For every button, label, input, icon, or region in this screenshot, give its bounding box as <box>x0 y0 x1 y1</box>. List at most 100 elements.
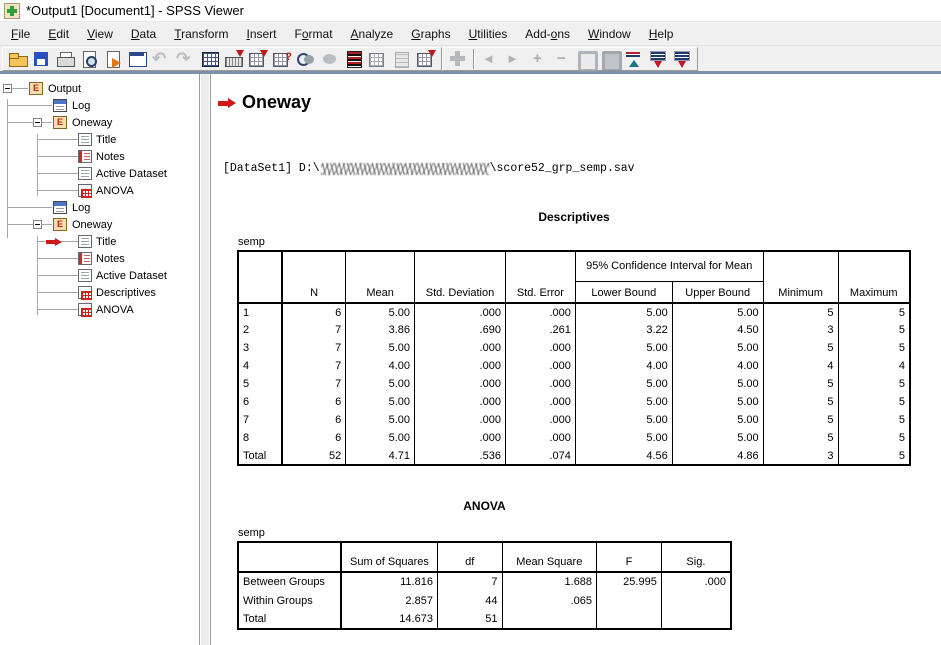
cell: .000 <box>505 429 575 447</box>
column-header: Std. Error <box>505 281 575 303</box>
dataset-path-suffix: \score52_grp_semp.sav <box>490 162 635 175</box>
tree-item-title[interactable]: Title <box>0 131 199 148</box>
menu-view[interactable]: View <box>78 24 122 44</box>
menu-insert[interactable]: Insert <box>237 24 285 44</box>
tree-item-oneway[interactable]: Oneway <box>0 114 199 131</box>
dialog-recall-icon[interactable] <box>126 48 150 70</box>
use-variable-sets-icon[interactable] <box>342 48 366 70</box>
cell: 25.995 <box>597 572 662 591</box>
cell: 5.00 <box>346 411 415 429</box>
tree-item-log[interactable]: Log <box>0 97 199 114</box>
print-preview-icon[interactable] <box>78 48 102 70</box>
expand-item-icon[interactable] <box>526 48 550 70</box>
collapse-box-icon[interactable] <box>3 84 12 93</box>
current-item-arrow-icon <box>218 98 236 108</box>
column-header <box>505 251 575 281</box>
tree-item-notes[interactable]: Notes <box>0 250 199 267</box>
insert-item-icon[interactable] <box>446 48 470 70</box>
open-file-icon[interactable] <box>6 48 30 70</box>
export-output-icon[interactable] <box>102 48 126 70</box>
show-all-icon[interactable] <box>366 48 390 70</box>
menu-analyze[interactable]: Analyze <box>342 24 403 44</box>
menu-transform[interactable]: Transform <box>165 24 237 44</box>
menu-edit[interactable]: Edit <box>39 24 78 44</box>
promote-item-icon[interactable] <box>646 48 670 70</box>
column-header <box>238 542 341 572</box>
menu-bar: FileEditViewDataTransformInsertFormatAna… <box>0 22 941 46</box>
cell: 4.56 <box>575 447 672 465</box>
tree-item-label: Active Dataset <box>96 166 167 183</box>
anova-table[interactable]: Sum of SquaresdfMean SquareFSig.Between … <box>237 541 732 630</box>
tree-item-title[interactable]: Title <box>0 233 199 250</box>
tree-item-descriptives[interactable]: Descriptives <box>0 284 199 301</box>
cell: 7 <box>282 339 346 357</box>
table-row: 865.00.000.0005.005.0055 <box>238 429 910 447</box>
variables-icon[interactable] <box>270 48 294 70</box>
row-label: 2 <box>238 321 282 339</box>
menu-utilities[interactable]: Utilities <box>460 24 517 44</box>
demote-item-icon[interactable] <box>670 48 694 70</box>
insert-title-icon[interactable] <box>390 48 414 70</box>
next-item-icon[interactable] <box>502 48 526 70</box>
goto-data-icon[interactable] <box>198 48 222 70</box>
anova-section: ANOVA semp Sum of SquaresdfMean SquareFS… <box>237 499 732 630</box>
previous-item-icon[interactable] <box>478 48 502 70</box>
tree-item-label: Oneway <box>72 115 112 132</box>
descriptives-table[interactable]: 95% Confidence Interval for MeanNMeanStd… <box>237 250 911 466</box>
menu-graphs[interactable]: Graphs <box>402 24 459 44</box>
cell: 5.00 <box>672 429 763 447</box>
tree-item-oneway[interactable]: Oneway <box>0 216 199 233</box>
menu-help[interactable]: Help <box>640 24 683 44</box>
log-icon <box>53 99 67 112</box>
tree-item-output[interactable]: Output <box>0 80 199 97</box>
tree-item-active-dataset[interactable]: Active Dataset <box>0 165 199 182</box>
undo-icon[interactable] <box>150 48 174 70</box>
menu-format[interactable]: Format <box>286 24 342 44</box>
cell: 51 <box>437 610 502 629</box>
cell <box>661 591 731 610</box>
cell: 3.22 <box>575 321 672 339</box>
tree-item-anova[interactable]: ANOVA <box>0 301 199 318</box>
tree-item-anova[interactable]: ANOVA <box>0 182 199 199</box>
collapse-item-icon[interactable] <box>550 48 574 70</box>
print-icon[interactable] <box>54 48 78 70</box>
table-header-row: NMeanStd. DeviationStd. ErrorLower Bound… <box>238 281 910 303</box>
hide-item-icon[interactable] <box>598 48 622 70</box>
cell <box>597 610 662 629</box>
descriptives-caption: semp <box>237 236 911 248</box>
pane-splitter[interactable] <box>199 74 211 645</box>
goto-case-icon[interactable] <box>222 48 246 70</box>
tree-item-notes[interactable]: Notes <box>0 148 199 165</box>
collapse-outline-icon[interactable] <box>622 48 646 70</box>
table-icon <box>78 184 92 197</box>
tree-item-label: Descriptives <box>96 285 156 302</box>
table-row: 165.00.000.0005.005.0055 <box>238 303 910 321</box>
redo-icon[interactable] <box>174 48 198 70</box>
dataset-path-line[interactable]: [DataSet1] D:\\score52_grp_semp.sav <box>223 162 635 175</box>
cell: 3 <box>763 321 838 339</box>
save-file-icon[interactable] <box>30 48 54 70</box>
row-label: Between Groups <box>238 572 341 591</box>
find-icon[interactable] <box>294 48 318 70</box>
show-item-icon[interactable] <box>574 48 598 70</box>
tree-item-label: Active Dataset <box>96 268 167 285</box>
menu-file[interactable]: File <box>2 24 39 44</box>
cell <box>502 610 597 629</box>
tree-item-active-dataset[interactable]: Active Dataset <box>0 267 199 284</box>
cell: 4.00 <box>575 357 672 375</box>
table-row: 273.86.690.2613.224.5035 <box>238 321 910 339</box>
toolbar-separator <box>473 49 475 69</box>
menu-data[interactable]: Data <box>122 24 165 44</box>
menu-add-ons[interactable]: Add-ons <box>516 24 579 44</box>
goto-variable-icon[interactable] <box>246 48 270 70</box>
insert-text-icon[interactable] <box>414 48 438 70</box>
menu-window[interactable]: Window <box>579 24 640 44</box>
collapse-box-icon[interactable] <box>33 118 42 127</box>
output-heading-block[interactable]: Oneway <box>218 92 311 113</box>
cell: 5.00 <box>346 429 415 447</box>
tree-item-label: Notes <box>96 251 125 268</box>
anova-title: ANOVA <box>237 499 732 513</box>
find-next-icon[interactable] <box>318 48 342 70</box>
tree-item-log[interactable]: Log <box>0 199 199 216</box>
collapse-box-icon[interactable] <box>33 220 42 229</box>
